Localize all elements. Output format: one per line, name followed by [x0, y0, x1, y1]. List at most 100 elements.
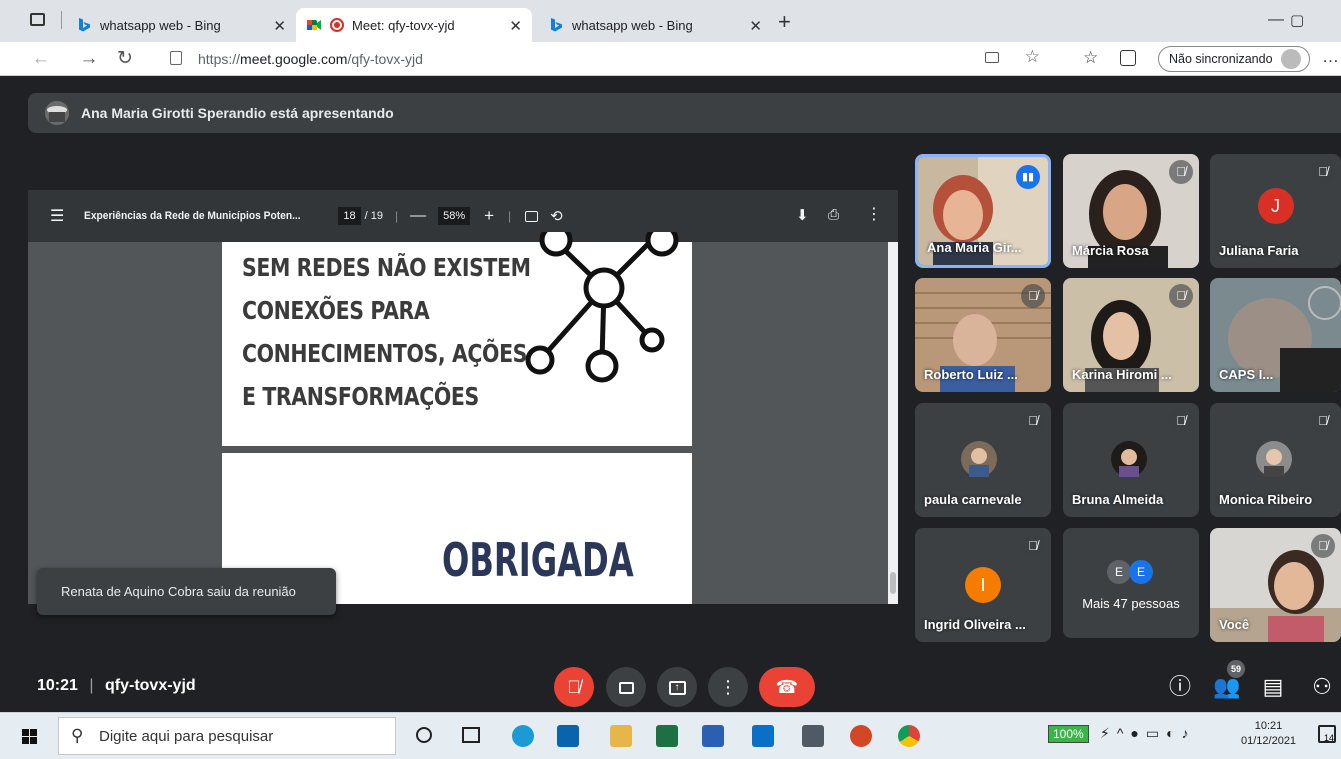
- recording-icon: [330, 18, 344, 32]
- restore-icon[interactable]: ▢: [1290, 11, 1304, 29]
- camera-icon[interactable]: [985, 52, 999, 63]
- excel-icon[interactable]: [656, 725, 678, 747]
- clock-time: 10:21: [1254, 720, 1283, 732]
- taskbar-search[interactable]: ⚲ Digite aqui para pesquisar: [58, 717, 396, 755]
- screen: whatsapp web - Bing ✕ Meet: qfy-tovx-yjd…: [0, 0, 1341, 759]
- clock-date: 01/12/2021: [1241, 735, 1297, 747]
- present-button[interactable]: ↑: [657, 667, 697, 707]
- bing-icon: [76, 17, 92, 33]
- collections-icon[interactable]: [1120, 50, 1136, 66]
- rotate-icon[interactable]: ⟲: [550, 207, 563, 225]
- tab-whatsapp-bing-1[interactable]: whatsapp web - Bing ✕: [66, 8, 296, 42]
- more-participants-tile[interactable]: E E Mais 47 pessoas: [1063, 528, 1199, 638]
- edge-icon[interactable]: [512, 725, 534, 747]
- meeting-code: qfy-tovx-yjd: [104, 677, 196, 694]
- battery-indicator[interactable]: 100%: [1048, 725, 1089, 743]
- presenting-text: Ana Maria Girotti Sperandio está apresen…: [81, 105, 394, 121]
- file-explorer-icon[interactable]: [610, 725, 632, 747]
- participant-tile-self[interactable]: 🎙̸ Você: [1210, 528, 1341, 642]
- participant-tile[interactable]: 🎙̸ Karina Hiromi ...: [1063, 278, 1199, 392]
- pdf-more-icon[interactable]: ⋮: [866, 204, 882, 224]
- presenting-banner: Ana Maria Girotti Sperandio está apresen…: [28, 93, 1341, 133]
- task-view-icon[interactable]: [462, 727, 480, 743]
- url-field[interactable]: https://meet.google.com/qfy-tovx-yjd ☆: [160, 45, 1175, 73]
- profile-sync-button[interactable]: Não sincronizando: [1158, 46, 1310, 72]
- leave-call-button[interactable]: ☎: [759, 667, 815, 707]
- taskbar-clock[interactable]: 10:21 01/12/2021: [1241, 719, 1296, 749]
- participant-tile[interactable]: 🎙̸ Márcia Rosa: [1063, 154, 1199, 268]
- zoom-input[interactable]: 58%: [438, 207, 471, 225]
- scroll-thumb[interactable]: [890, 572, 896, 594]
- mic-off-icon: 🎙̸: [1021, 534, 1045, 558]
- notification-count: 14: [1323, 733, 1334, 743]
- profile-avatar: [1280, 49, 1301, 69]
- cortana-icon[interactable]: [416, 727, 432, 743]
- more-menu-icon[interactable]: …: [1322, 47, 1339, 67]
- mic-toggle-button[interactable]: 🎙̸: [554, 667, 594, 707]
- notification-icon[interactable]: 14: [1318, 725, 1336, 743]
- meeting-details-icon[interactable]: ⓘ: [1163, 670, 1197, 704]
- avatar-stack: E E: [1107, 560, 1153, 584]
- chrome-icon[interactable]: [898, 725, 920, 747]
- fit-page-icon[interactable]: [525, 210, 539, 222]
- present-icon: ↑: [668, 681, 686, 696]
- participant-tile[interactable]: CAPS I...: [1210, 278, 1341, 392]
- mail-icon[interactable]: [752, 725, 774, 747]
- participant-name: Márcia Rosa: [1072, 243, 1149, 258]
- more-options-button[interactable]: ⋮: [708, 667, 748, 707]
- outlook-icon[interactable]: [557, 725, 579, 747]
- participant-tile[interactable]: 🎙̸ Roberto Luiz ...: [915, 278, 1051, 392]
- close-tab-icon[interactable]: ✕: [749, 17, 762, 35]
- address-bar: ← → ↻ https://meet.google.com/qfy-tovx-y…: [0, 42, 1341, 76]
- tab-actions-icon[interactable]: [30, 13, 45, 26]
- presenter-avatar: [45, 101, 69, 125]
- participant-name: Karina Hiromi ...: [1072, 367, 1172, 382]
- page-input[interactable]: 18: [338, 207, 361, 225]
- refresh-icon[interactable]: ↻: [112, 46, 138, 72]
- menu-icon[interactable]: ☰: [50, 206, 64, 226]
- participant-tile[interactable]: ▮▮ Ana Maria Gir...: [915, 154, 1051, 268]
- calculator-icon[interactable]: [802, 725, 824, 747]
- page-total: / 19: [364, 210, 383, 222]
- participant-tile[interactable]: 🎙̸ Monica Ribeiro: [1210, 403, 1341, 517]
- participant-avatar: [961, 441, 997, 477]
- favorites-icon[interactable]: ☆: [1083, 48, 1098, 68]
- tray-icons[interactable]: ⚡^●▭◐♪: [1100, 725, 1196, 742]
- favorite-icon[interactable]: ☆: [1025, 47, 1040, 67]
- print-icon[interactable]: ⎙: [828, 206, 839, 223]
- zoom-out-icon[interactable]: —: [410, 207, 426, 225]
- new-tab-button[interactable]: +: [778, 9, 791, 35]
- toast-text: Renata de Aquino Cobra saiu da reunião: [61, 584, 296, 599]
- close-tab-icon[interactable]: ✕: [273, 17, 286, 35]
- search-icon: ⚲: [71, 726, 84, 745]
- slide-line: CONHECIMENTOS, AÇÕES: [242, 339, 528, 368]
- participant-name: Monica Ribeiro: [1219, 492, 1313, 507]
- notification-toast: Renata de Aquino Cobra saiu da reunião: [37, 568, 336, 615]
- participant-name: Roberto Luiz ...: [924, 367, 1018, 382]
- forward-icon[interactable]: →: [76, 46, 102, 72]
- participant-tile[interactable]: 🎙̸ Bruna Almeida: [1063, 403, 1199, 517]
- word-icon[interactable]: [702, 725, 724, 747]
- pdf-scrollbar[interactable]: [888, 242, 898, 604]
- meeting-info: 10:21 | qfy-tovx-yjd: [37, 677, 196, 694]
- search-placeholder: Digite aqui para pesquisar: [99, 727, 274, 745]
- download-icon[interactable]: ⬇: [796, 206, 809, 224]
- back-icon[interactable]: ←: [28, 46, 54, 72]
- tab-meet[interactable]: Meet: qfy-tovx-yjd ✕: [296, 8, 532, 42]
- tab-whatsapp-bing-2[interactable]: whatsapp web - Bing ✕: [538, 8, 772, 42]
- participant-tile[interactable]: I 🎙̸ Ingrid Oliveira ...: [915, 528, 1051, 642]
- camera-toggle-button[interactable]: [606, 667, 646, 707]
- participant-tile[interactable]: J 🎙̸ Juliana Faria: [1210, 154, 1341, 268]
- participant-tile[interactable]: 🎙̸ paula carnevale: [915, 403, 1051, 517]
- chat-icon[interactable]: ▤: [1256, 670, 1290, 704]
- mic-off-icon: 🎙̸: [1311, 534, 1335, 558]
- minimize-icon[interactable]: —: [1268, 11, 1284, 29]
- tab-label: Meet: qfy-tovx-yjd: [352, 17, 455, 33]
- speaking-icon: ▮▮: [1016, 165, 1040, 189]
- activities-icon[interactable]: ⚇: [1305, 670, 1339, 704]
- start-icon[interactable]: [22, 729, 37, 744]
- zoom-in-icon[interactable]: +: [484, 206, 494, 226]
- url-path: /qfy-tovx-yjd: [347, 51, 423, 67]
- powerpoint-icon[interactable]: [850, 725, 872, 747]
- close-tab-icon[interactable]: ✕: [509, 17, 522, 35]
